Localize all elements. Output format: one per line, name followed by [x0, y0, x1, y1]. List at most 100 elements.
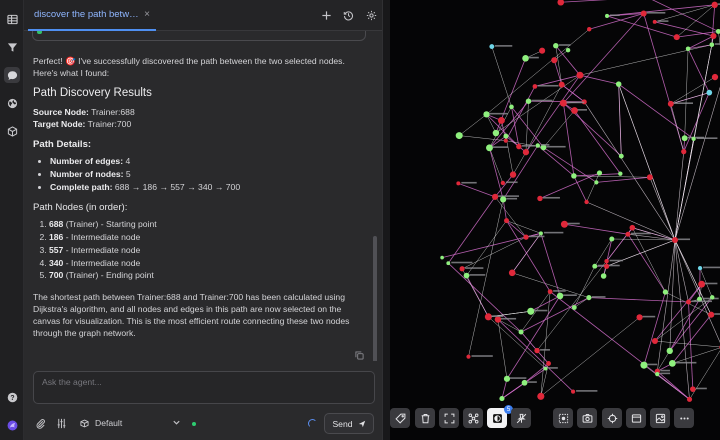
graph-node[interactable]	[489, 44, 495, 50]
history-icon[interactable]	[342, 9, 355, 22]
graph-node[interactable]	[668, 359, 676, 367]
tag-icon[interactable]	[390, 408, 410, 428]
graph-node[interactable]	[605, 13, 610, 18]
graph-node[interactable]	[666, 347, 673, 355]
graph-node[interactable]	[715, 28, 720, 34]
graph-node[interactable]	[527, 307, 535, 315]
graph-node[interactable]	[535, 143, 540, 148]
graph-node[interactable]	[466, 354, 471, 359]
graph-node[interactable]	[571, 173, 577, 179]
help-icon[interactable]: ?	[4, 389, 20, 405]
graph-node[interactable]	[618, 171, 623, 176]
close-tab-icon[interactable]: ×	[144, 9, 150, 20]
graph-node[interactable]	[440, 255, 444, 260]
graph-layout-icon[interactable]	[463, 408, 483, 428]
graph-node[interactable]	[655, 371, 660, 377]
expand-icon[interactable]	[439, 408, 459, 428]
graph-node[interactable]	[553, 43, 559, 49]
graph-node[interactable]	[504, 218, 510, 224]
graph-node[interactable]	[522, 149, 530, 156]
graph-node[interactable]	[492, 129, 500, 137]
graph-node[interactable]	[522, 54, 529, 62]
chat-icon[interactable]	[4, 67, 20, 83]
graph-node[interactable]	[592, 263, 598, 269]
crosshair-icon[interactable]	[602, 408, 622, 428]
graph-node[interactable]	[508, 269, 516, 277]
camera-icon[interactable]	[577, 408, 597, 428]
panel-resize-handle[interactable]	[382, 0, 390, 440]
agent-input[interactable]: Ask the agent...	[33, 371, 375, 404]
graph-node[interactable]	[646, 174, 653, 181]
globe-icon[interactable]	[4, 95, 20, 111]
graph-node[interactable]	[636, 314, 643, 321]
graph-node[interactable]	[484, 313, 492, 321]
graph-node[interactable]	[538, 231, 543, 236]
graph-node[interactable]	[584, 199, 589, 205]
graph-node[interactable]	[557, 0, 565, 6]
cube-icon[interactable]	[4, 123, 20, 139]
plus-icon[interactable]	[320, 9, 333, 22]
graph-node[interactable]	[500, 180, 506, 186]
graph-node[interactable]	[559, 99, 567, 107]
graph-node[interactable]	[662, 289, 669, 295]
graph-node[interactable]	[711, 73, 719, 81]
chevron-down-icon[interactable]	[172, 418, 181, 429]
attach-icon[interactable]	[35, 418, 46, 429]
graph-node[interactable]	[494, 316, 502, 323]
graph-node[interactable]	[596, 170, 603, 176]
graph-node[interactable]	[551, 57, 558, 64]
graph-node[interactable]	[565, 47, 571, 53]
graph-node[interactable]	[625, 231, 631, 237]
tab-conversation[interactable]: discover the path betwee… ×	[28, 0, 156, 31]
graph-node[interactable]	[525, 98, 532, 104]
graph-node[interactable]	[640, 10, 647, 17]
graph-node[interactable]	[587, 27, 592, 32]
graph-node[interactable]	[497, 116, 505, 124]
graph-node[interactable]	[571, 305, 577, 310]
graph-canvas[interactable]	[390, 0, 720, 440]
graph-node[interactable]	[547, 289, 553, 295]
graph-node[interactable]	[600, 273, 607, 279]
graph-node[interactable]	[560, 220, 568, 228]
message-list[interactable]: Perfect! 🎯 I've successfully discovered …	[24, 31, 382, 361]
graph-node[interactable]	[685, 299, 691, 305]
graph-node[interactable]	[492, 193, 499, 200]
app-logo-icon[interactable]	[4, 417, 20, 433]
graph-node[interactable]	[615, 81, 622, 87]
graph-node[interactable]	[570, 389, 576, 394]
graph-node[interactable]	[537, 392, 545, 400]
graph-node[interactable]	[681, 148, 687, 155]
graph-node[interactable]	[651, 337, 658, 345]
graph-node[interactable]	[710, 32, 717, 40]
copy-icon[interactable]	[355, 351, 364, 361]
graph-node[interactable]	[503, 375, 511, 382]
graph-node[interactable]	[503, 138, 508, 143]
graph-node[interactable]	[571, 107, 578, 114]
graph-node[interactable]	[640, 361, 648, 369]
filter-icon[interactable]	[4, 39, 20, 55]
graph-node[interactable]	[500, 196, 507, 203]
graph-node[interactable]	[711, 1, 718, 9]
graph-node[interactable]	[509, 104, 514, 110]
graph-node[interactable]	[667, 100, 674, 107]
trash-icon[interactable]	[415, 408, 435, 428]
graph-node[interactable]	[671, 236, 679, 244]
graph-node[interactable]	[609, 236, 615, 242]
graph-node[interactable]	[483, 111, 490, 118]
image-icon[interactable]	[650, 408, 670, 428]
graph-node[interactable]	[697, 265, 703, 271]
graph-node[interactable]	[499, 396, 505, 402]
frame-icon[interactable]	[626, 408, 646, 428]
graph-node[interactable]	[629, 224, 636, 231]
graph-node[interactable]	[604, 259, 609, 264]
send-button[interactable]: Send	[324, 413, 374, 434]
more-icon[interactable]	[674, 408, 694, 428]
graph-node[interactable]	[706, 89, 713, 96]
graph-node[interactable]	[708, 311, 715, 318]
graph-node[interactable]	[539, 47, 546, 54]
model-selector[interactable]: Default	[80, 418, 122, 428]
graph-node[interactable]	[456, 181, 461, 186]
graph-node[interactable]	[518, 329, 524, 335]
graph-node[interactable]	[446, 261, 451, 266]
graph-node[interactable]	[709, 295, 715, 300]
